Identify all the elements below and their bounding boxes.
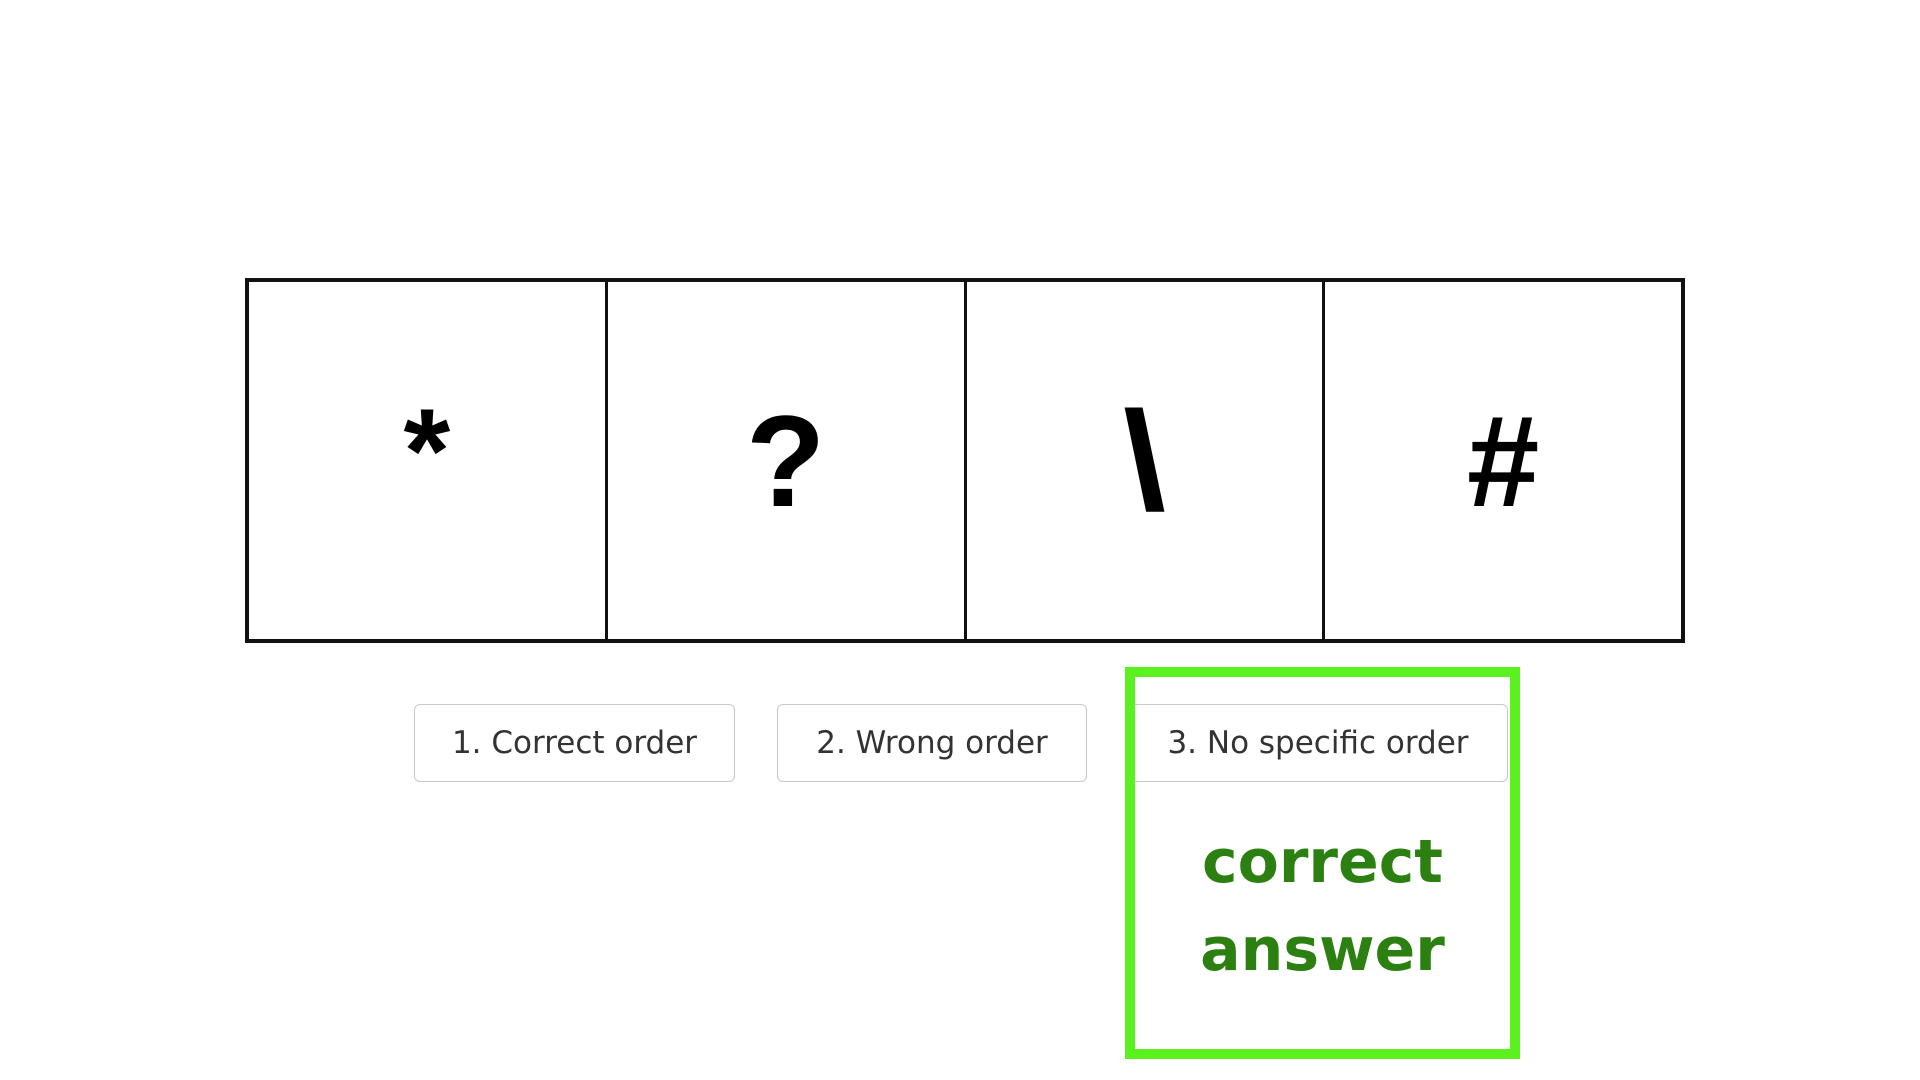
question-mark-symbol: ? [745,387,826,534]
backslash-symbol: \ [1122,381,1166,539]
correct-answer-label: correct answer [1135,818,1510,994]
hash-symbol: # [1466,387,1540,534]
symbol-cell: ? [608,282,967,639]
option-wrong-order-button[interactable]: 2. Wrong order [777,704,1087,782]
asterisk-symbol: * [403,383,451,518]
quiz-stage: * ? \ # 1. Correct order 2. Wrong order … [0,0,1920,1080]
answer-line-1: correct [1202,827,1443,897]
answer-line-2: answer [1200,915,1445,985]
symbol-cell: * [249,282,608,639]
symbol-cell: \ [967,282,1326,639]
symbol-cell: # [1325,282,1681,639]
symbol-sequence: * ? \ # [245,278,1685,643]
option-correct-order-button[interactable]: 1. Correct order [414,704,735,782]
